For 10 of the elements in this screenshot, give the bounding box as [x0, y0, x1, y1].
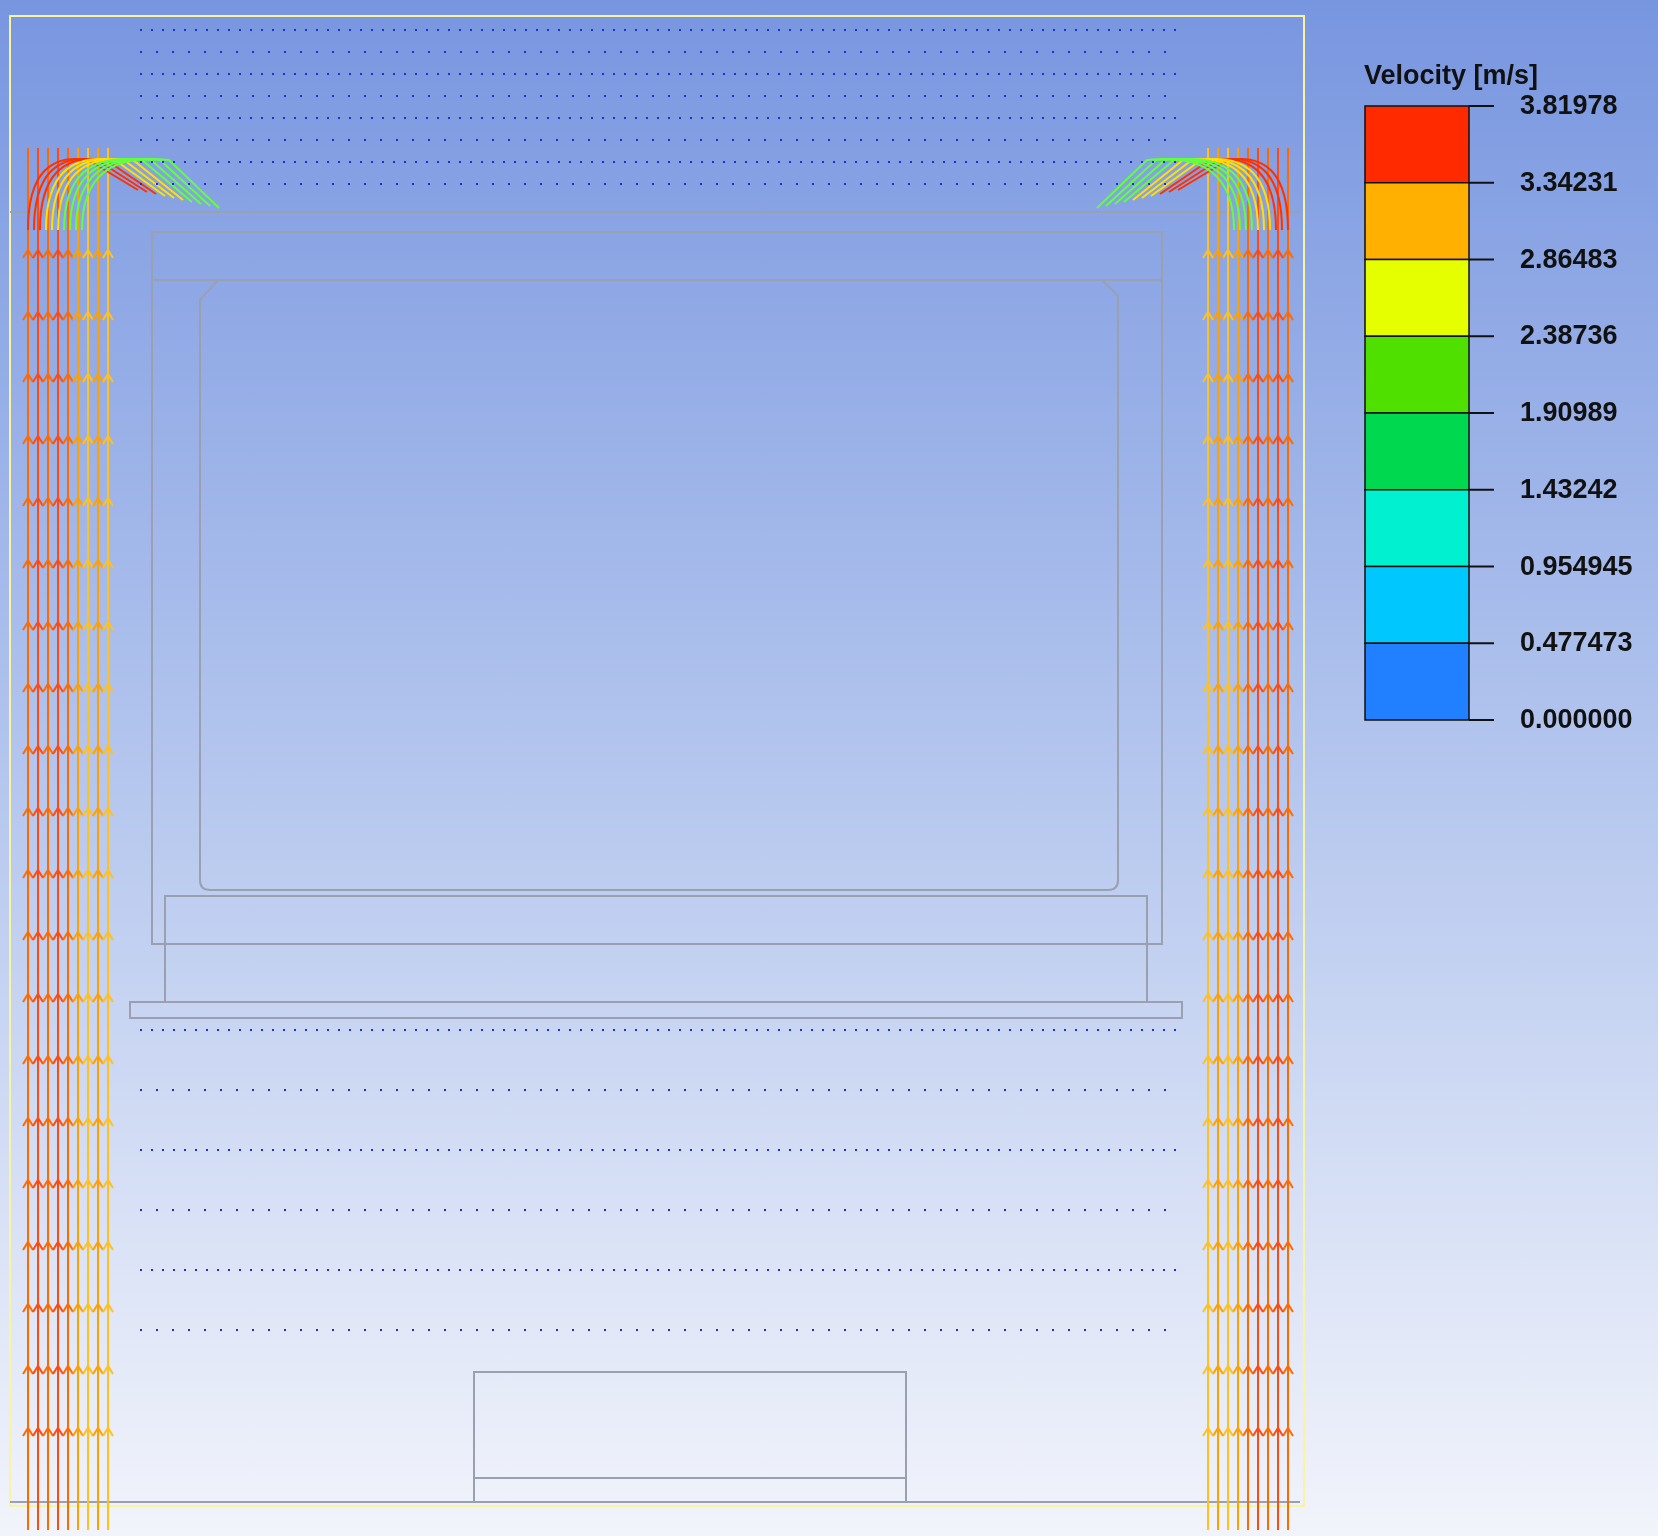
legend-value: 3.34231	[1520, 165, 1619, 199]
legend-title: Velocity [m/s]	[1364, 60, 1540, 91]
legend-value: 0.954945	[1520, 549, 1633, 583]
legend-value: 2.86483	[1520, 242, 1619, 276]
legend-value: 1.90989	[1520, 396, 1619, 429]
legend-value: 3.81978	[1520, 90, 1619, 122]
legend-value: 0.477473	[1520, 626, 1633, 660]
legend-value: 0.000000	[1520, 703, 1633, 736]
legend-value: 1.43242	[1520, 472, 1619, 506]
legend-value: 2.38736	[1520, 319, 1619, 353]
